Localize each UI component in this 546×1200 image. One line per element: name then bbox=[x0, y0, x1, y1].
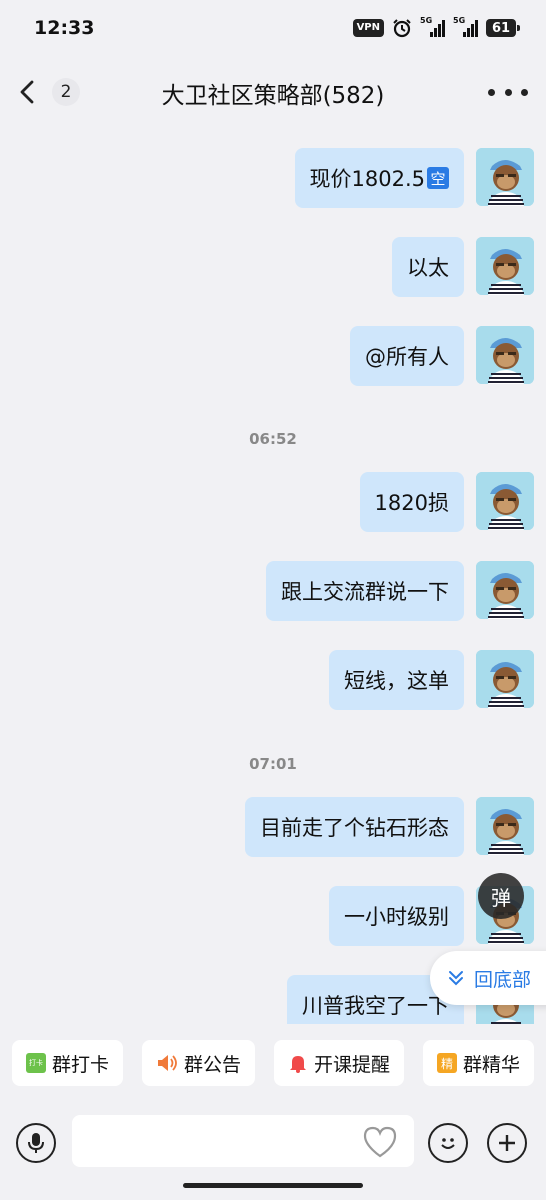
double-chevron-down-icon bbox=[449, 971, 463, 986]
highlight-icon: 精 bbox=[436, 1053, 457, 1073]
time-separator: 07:01 bbox=[249, 755, 297, 773]
message-list[interactable]: 现价1802.5 空 以太 @所有人 06:52 1820损 跟上交流群说一下 短… bbox=[0, 124, 546, 1024]
message-text: 目前走了个钻石形态 bbox=[260, 816, 449, 840]
message-bubble[interactable]: 以太 bbox=[392, 237, 464, 297]
quick-action-label: 群打卡 bbox=[52, 1053, 110, 1076]
message-bubble[interactable]: 目前走了个钻石形态 bbox=[245, 797, 464, 857]
avatar[interactable] bbox=[476, 797, 534, 855]
message-row: 1820损 bbox=[359, 472, 534, 532]
message-row: 以太 bbox=[392, 237, 534, 297]
message-text: 一小时级别 bbox=[344, 905, 449, 929]
message-text: 短线，这单 bbox=[344, 669, 449, 693]
message-text: 以太 bbox=[407, 256, 449, 280]
status-bar: 12:33 VPN 5G 5G 61 bbox=[0, 0, 546, 60]
emoji-button[interactable] bbox=[428, 1123, 468, 1163]
battery-icon: 61 bbox=[486, 19, 520, 37]
alarm-icon bbox=[393, 19, 411, 38]
status-time: 12:33 bbox=[34, 17, 95, 39]
message-row: 现价1802.5 空 bbox=[294, 148, 534, 208]
avatar[interactable] bbox=[476, 650, 534, 708]
message-bubble[interactable]: 1820损 bbox=[359, 472, 464, 532]
page-title: 大卫社区策略部(582) bbox=[161, 83, 385, 109]
plus-icon bbox=[499, 1135, 515, 1151]
message-bubble[interactable]: 短线，这单 bbox=[329, 650, 464, 710]
group-highlights-button[interactable]: 精 群精华 bbox=[422, 1040, 534, 1086]
smiley-icon bbox=[441, 1138, 455, 1149]
signal-icon: 5G bbox=[420, 16, 445, 37]
danmaku-button[interactable]: 弹 bbox=[478, 873, 524, 919]
home-indicator bbox=[183, 1183, 363, 1188]
message-text: 1820损 bbox=[374, 491, 449, 515]
add-attachment-button[interactable] bbox=[487, 1123, 527, 1163]
voice-button[interactable] bbox=[16, 1123, 56, 1163]
microphone-icon bbox=[28, 1133, 44, 1153]
class-reminder-button[interactable]: 开课提醒 bbox=[273, 1040, 404, 1086]
quick-action-label: 群公告 bbox=[183, 1053, 241, 1076]
quick-actions-bar: 打卡 群打卡 群公告 开课提醒 精 群精华 bbox=[0, 1040, 546, 1102]
message-bubble[interactable]: 现价1802.5 空 bbox=[294, 148, 464, 208]
avatar[interactable] bbox=[476, 472, 534, 530]
message-row: 目前走了个钻石形态 bbox=[245, 797, 534, 857]
more-options-button[interactable] bbox=[488, 80, 528, 104]
avatar[interactable] bbox=[476, 326, 534, 384]
avatar[interactable] bbox=[476, 561, 534, 619]
message-row: @所有人 bbox=[350, 326, 534, 386]
time-separator: 06:52 bbox=[249, 430, 297, 448]
message-row: 跟上交流群说一下 bbox=[266, 561, 534, 621]
bell-icon bbox=[289, 1056, 306, 1073]
message-text: 现价1802.5 bbox=[309, 167, 425, 191]
speaker-icon bbox=[157, 1055, 177, 1071]
message-text: @所有人 bbox=[365, 345, 449, 369]
message-row: 短线，这单 bbox=[329, 650, 534, 710]
message-bubble[interactable]: 一小时级别 bbox=[329, 886, 464, 946]
short-position-tag: 空 bbox=[427, 167, 449, 189]
scroll-to-bottom-label: 回底部 bbox=[474, 968, 532, 991]
calendar-check-icon: 打卡 bbox=[26, 1053, 46, 1073]
quick-action-label: 开课提醒 bbox=[313, 1053, 390, 1076]
signal-icon-2: 5G bbox=[453, 16, 478, 37]
chat-header: 2 大卫社区策略部(582) bbox=[0, 60, 546, 124]
message-text: 川普我空了一下 bbox=[302, 994, 449, 1018]
heart-icon[interactable] bbox=[362, 1125, 398, 1159]
announcement-button[interactable]: 群公告 bbox=[141, 1040, 255, 1086]
quick-action-label: 群精华 bbox=[462, 1053, 520, 1076]
message-text: 跟上交流群说一下 bbox=[281, 580, 449, 604]
status-icons: VPN 5G 5G 61 bbox=[352, 16, 520, 38]
scroll-to-bottom-button[interactable]: 回底部 bbox=[430, 951, 546, 1005]
message-bubble[interactable]: @所有人 bbox=[350, 326, 464, 386]
avatar[interactable] bbox=[476, 237, 534, 295]
check-in-button[interactable]: 打卡 群打卡 bbox=[12, 1040, 124, 1086]
vpn-badge: VPN bbox=[352, 19, 384, 37]
message-bubble[interactable]: 跟上交流群说一下 bbox=[266, 561, 464, 621]
input-bar bbox=[0, 1105, 546, 1185]
avatar[interactable] bbox=[476, 148, 534, 206]
